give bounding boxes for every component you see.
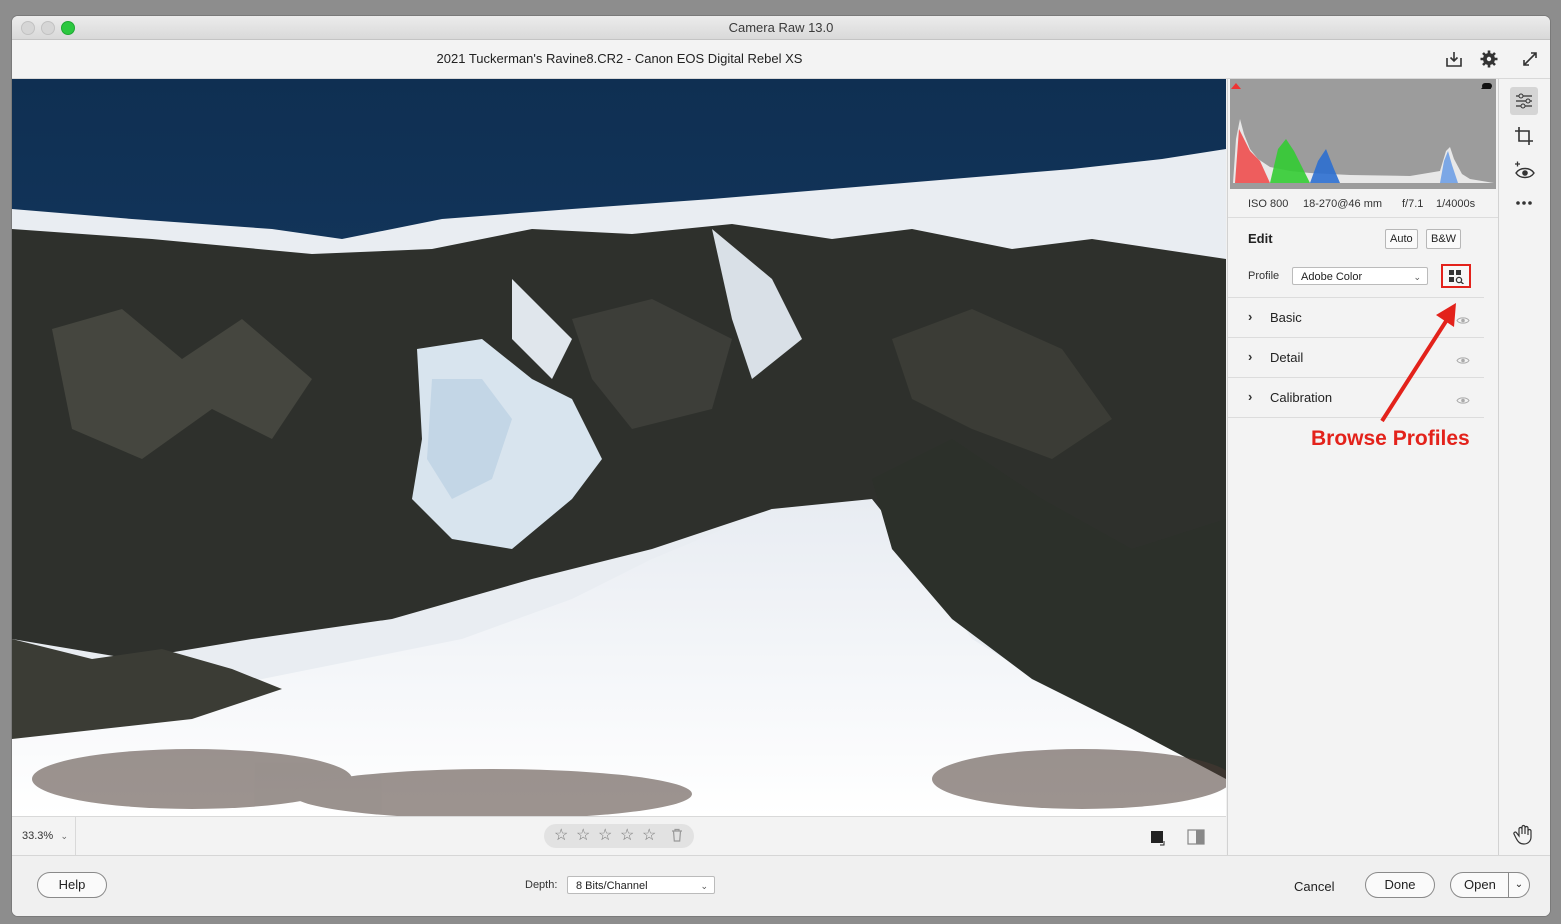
zoom-value: 33.3%	[22, 830, 54, 842]
zoom-select[interactable]: 33.3% ⌄	[12, 817, 76, 855]
done-button[interactable]: Done	[1365, 872, 1435, 898]
gear-icon[interactable]	[1479, 49, 1499, 69]
cancel-button[interactable]: Cancel	[1294, 879, 1334, 894]
help-button[interactable]: Help	[37, 872, 107, 898]
edit-sliders-icon[interactable]	[1510, 87, 1538, 115]
filmstrip-bar: 33.3% ⌄ ☆ ☆ ☆ ☆ ☆	[12, 816, 1226, 856]
star-icon[interactable]: ☆	[576, 826, 590, 846]
star-icon[interactable]: ☆	[620, 826, 634, 846]
photo-preview[interactable]	[12, 79, 1226, 816]
single-view-icon[interactable]	[1150, 830, 1166, 851]
crop-icon[interactable]	[1510, 122, 1538, 150]
minimize-window-button[interactable]	[41, 21, 55, 35]
file-title: 2021 Tuckerman's Ravine8.CR2 - Canon EOS…	[436, 51, 803, 66]
window-title: Camera Raw 13.0	[728, 20, 834, 35]
open-button[interactable]: Open ⌄	[1450, 872, 1530, 898]
open-label: Open	[1464, 877, 1496, 892]
header-bar: 2021 Tuckerman's Ravine8.CR2 - Canon EOS…	[12, 40, 1550, 79]
fullscreen-icon[interactable]	[1520, 49, 1540, 69]
star-icon[interactable]: ☆	[554, 826, 568, 846]
depth-value: 8 Bits/Channel	[576, 880, 648, 892]
tool-strip	[1498, 79, 1550, 855]
hand-icon[interactable]	[1510, 820, 1538, 848]
trash-icon[interactable]	[671, 828, 683, 847]
camera-raw-window: Camera Raw 13.0 2021 Tuckerman's Ravine8…	[12, 16, 1550, 916]
save-icon[interactable]	[1444, 49, 1464, 69]
depth-label: Depth:	[525, 879, 558, 891]
edit-panel: ISO 800 18-270@46 mm f/7.1 1/4000s Edit …	[1227, 79, 1498, 855]
browse-profiles-annotation: Browse Profiles	[1311, 427, 1470, 450]
maximize-window-button[interactable]	[61, 21, 75, 35]
before-after-icon[interactable]	[1187, 829, 1205, 850]
chevron-down-icon: ⌄	[700, 881, 708, 891]
close-window-button[interactable]	[21, 21, 35, 35]
star-rating: ☆ ☆ ☆ ☆ ☆	[544, 824, 694, 848]
depth-select[interactable]: 8 Bits/Channel ⌄	[567, 876, 715, 894]
more-icon[interactable]	[1510, 189, 1538, 217]
title-bar: Camera Raw 13.0	[12, 16, 1550, 40]
chevron-down-icon[interactable]: ⌄	[1508, 873, 1529, 897]
chevron-down-icon: ⌄	[60, 831, 68, 841]
star-icon[interactable]: ☆	[598, 826, 612, 846]
annotation-arrow	[1380, 303, 1456, 423]
bottom-bar: Help Depth: 8 Bits/Channel ⌄ Cancel Done…	[12, 855, 1550, 916]
redeye-icon[interactable]	[1510, 157, 1538, 185]
star-icon[interactable]: ☆	[642, 826, 656, 846]
